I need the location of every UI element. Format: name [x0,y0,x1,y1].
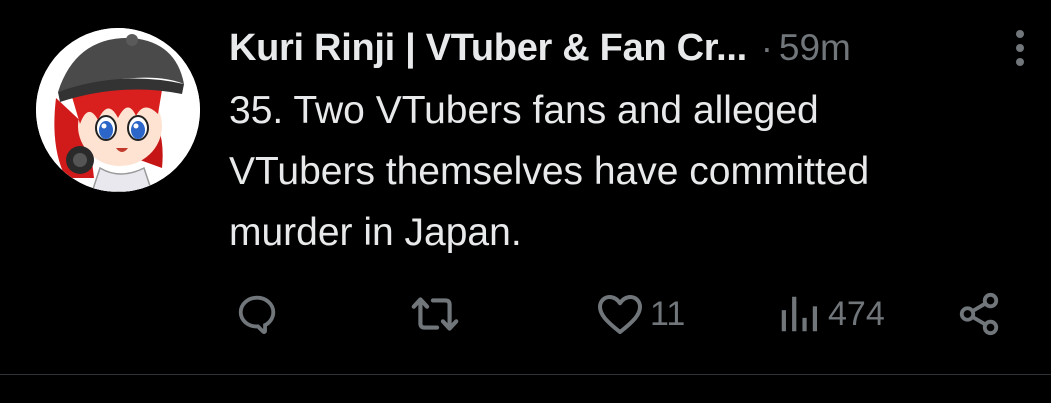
reply-icon [238,295,276,335]
views-chart-icon [781,296,818,332]
like-button[interactable]: 11 [596,290,685,338]
heart-icon [598,295,642,334]
header-separator: · [760,27,773,68]
tweet-text: 35. Two VTubers fans and alleged VTubers… [229,89,870,254]
share-icon [959,292,999,336]
retweet-button[interactable] [410,290,460,338]
tweet-timestamp[interactable]: 59m [779,27,851,69]
like-count: 11 [650,294,686,333]
tweet-card[interactable]: Kuri Rinji | VTuber & Fan Cr... · 59m 35… [0,0,1051,374]
more-options-icon[interactable] [1008,28,1032,68]
author-name[interactable]: Kuri Rinji | VTuber & Fan Cr... [229,27,747,70]
timeline-divider [0,374,1051,375]
author-avatar[interactable] [36,28,200,192]
avatar-illustration [36,28,200,192]
retweet-icon [411,297,459,331]
views-button[interactable]: 474 [776,290,885,338]
share-button[interactable] [956,290,1002,338]
tweet-header: Kuri Rinji | VTuber & Fan Cr... · 59m [229,24,851,72]
reply-button[interactable] [234,290,280,338]
views-count: 474 [828,294,885,333]
